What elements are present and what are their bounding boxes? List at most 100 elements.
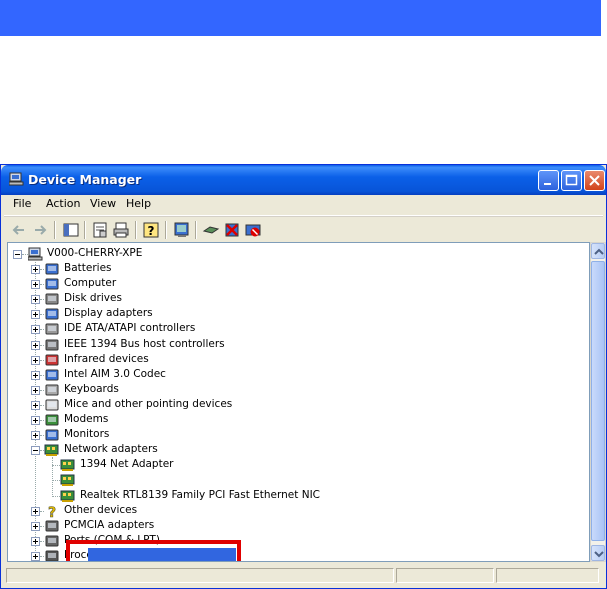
status-pane-main [6, 568, 394, 583]
disk-drive-icon [45, 293, 59, 305]
ide-controller-icon [45, 323, 59, 335]
tree-item[interactable]: Keyboards [64, 382, 119, 397]
tree-root[interactable]: V000-CHERRY-XPE [47, 246, 142, 261]
minimize-button[interactable] [538, 170, 559, 191]
tree-item[interactable]: Disk drives [64, 291, 122, 306]
expand-toggle[interactable] [31, 400, 40, 410]
tree-item-label: Modems [64, 413, 109, 425]
menu-action[interactable]: Action [46, 197, 80, 210]
scan-hardware-icon[interactable] [173, 221, 191, 239]
computer-icon [28, 247, 43, 261]
tree-item[interactable]: Network adapters [64, 442, 158, 457]
expand-toggle[interactable] [31, 431, 40, 441]
tree-item-label: 1394 Net Adapter [80, 458, 174, 471]
tree-item[interactable]: IEEE 1394 Bus host controllers [64, 337, 225, 352]
expand-toggle[interactable] [31, 310, 40, 320]
toolbar-separator [54, 221, 56, 239]
network-card-icon [60, 490, 75, 502]
tree-item[interactable]: Batteries [64, 261, 112, 276]
battery-icon [45, 263, 59, 275]
scroll-down-button[interactable] [591, 545, 605, 561]
arrow-up-icon [594, 248, 604, 255]
tree-item[interactable]: Mice and other pointing devices [64, 397, 232, 412]
status-bar [4, 566, 603, 585]
expand-toggle[interactable] [31, 551, 40, 561]
menu-file[interactable]: File [13, 197, 31, 210]
back-arrow-icon[interactable] [10, 221, 28, 239]
computer-icon [45, 278, 59, 290]
expand-toggle[interactable] [31, 446, 40, 456]
arrow-down-icon [594, 551, 604, 558]
disable-device-icon[interactable] [223, 221, 241, 239]
expand-toggle[interactable] [31, 536, 40, 546]
tree-item[interactable]: Computer [64, 276, 116, 291]
tree-item[interactable]: IDE ATA/ATAPI controllers [64, 321, 195, 336]
menu-view[interactable]: View [90, 197, 116, 210]
tree-item[interactable]: Modems [64, 412, 108, 427]
mouse-icon [45, 399, 59, 411]
tree-item-label: Display adapters [64, 307, 153, 320]
pcmcia-icon [45, 520, 59, 532]
tree-item[interactable]: Monitors [64, 427, 109, 442]
expand-toggle[interactable] [31, 355, 40, 365]
minimize-icon [544, 183, 551, 185]
tree-item[interactable]: Display adapters [64, 306, 153, 321]
tree-child-item[interactable]: Realtek RTL8139 Family PCI Fast Ethernet… [80, 488, 320, 503]
uninstall-device-icon[interactable] [244, 221, 262, 239]
tree-item-label: Other devices [64, 503, 138, 516]
expand-toggle[interactable] [31, 506, 40, 516]
tree-item[interactable]: Intel AIM 3.0 Codec [64, 367, 166, 382]
maximize-button[interactable] [561, 170, 582, 191]
svg-text:?: ? [148, 224, 155, 238]
network-card-icon [60, 474, 75, 487]
tree-item[interactable]: Infrared devices [64, 352, 149, 367]
tree-item-label: Infrared devices [64, 352, 149, 365]
status-pane-secondary [396, 568, 494, 583]
annotation-highlight-box [66, 540, 241, 561]
expand-toggle[interactable] [31, 340, 40, 350]
codec-icon [45, 369, 59, 381]
expand-toggle[interactable] [31, 295, 40, 305]
expand-toggle[interactable] [31, 280, 40, 290]
tree-item-label: Network adapters [64, 443, 158, 456]
show-hide-tree-icon[interactable] [62, 221, 80, 239]
toolbar: ? [4, 216, 603, 243]
menu-help[interactable]: Help [126, 197, 151, 210]
tree-item-label: Mice and other pointing devices [64, 397, 233, 410]
expand-toggle[interactable] [31, 385, 40, 395]
scroll-thumb[interactable] [591, 261, 605, 541]
properties-icon[interactable] [91, 221, 109, 239]
forward-arrow-icon[interactable] [31, 221, 49, 239]
vertical-scrollbar[interactable] [590, 242, 606, 562]
tree-item-label: IEEE 1394 Bus host controllers [64, 337, 225, 350]
expand-toggle[interactable] [31, 265, 40, 274]
expand-toggle[interactable] [31, 521, 40, 531]
expand-toggle[interactable] [31, 416, 40, 425]
toolbar-separator [195, 221, 197, 239]
root-collapse-toggle[interactable] [13, 250, 22, 259]
update-driver-icon[interactable] [202, 221, 220, 239]
tree-item[interactable]: Other devices [64, 503, 137, 518]
close-button[interactable] [584, 170, 605, 191]
tree-child-item[interactable]: 1394 Net Adapter [80, 457, 174, 472]
device-tree[interactable]: V000-CHERRY-XPE Batteries Computer Disk dr… [7, 242, 590, 562]
title-bar[interactable]: Device Manager [1, 165, 606, 195]
keyboard-icon [45, 384, 59, 396]
window-title: Device Manager [28, 172, 142, 187]
network-card-icon [60, 459, 75, 472]
expand-toggle[interactable] [31, 370, 40, 380]
tree-root-label: V000-CHERRY-XPE [47, 247, 143, 259]
monitor-icon [45, 429, 59, 441]
monitor-icon [45, 308, 59, 320]
print-icon[interactable] [112, 221, 130, 239]
expand-toggle[interactable] [31, 325, 40, 335]
scroll-up-button[interactable] [591, 243, 605, 259]
tree-item[interactable]: PCMCIA adapters [64, 518, 154, 533]
tree-item-label: Intel AIM 3.0 Codec [64, 367, 166, 380]
toolbar-separator [84, 221, 86, 239]
ieee1394-icon [45, 339, 59, 350]
status-pane-tertiary [496, 568, 599, 583]
help-icon[interactable]: ? [142, 221, 160, 239]
tree-item-label: Keyboards [64, 382, 119, 395]
tree-item-label: IDE ATA/ATAPI controllers [64, 322, 196, 335]
